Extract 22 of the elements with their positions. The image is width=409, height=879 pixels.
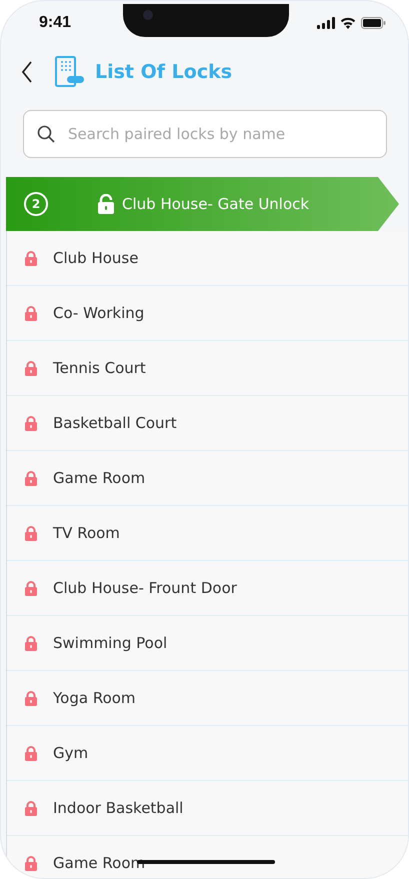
search-icon — [37, 125, 55, 143]
lock-name: Gym — [53, 744, 88, 762]
lock-name: Game Room — [53, 469, 146, 487]
keypad-lock-icon — [55, 56, 85, 88]
lock-name: Swimming Pool — [53, 634, 168, 652]
lock-name: TV Room — [53, 524, 120, 542]
wifi-icon — [340, 17, 356, 29]
signal-icon — [317, 17, 335, 29]
lock-name: Co- Working — [53, 304, 144, 322]
lock-name: Basketball Court — [53, 414, 177, 432]
lock-name: Tennis Court — [53, 359, 146, 377]
lock-name: Yoga Room — [53, 689, 136, 707]
lock-name: Indoor Basketball — [53, 799, 184, 817]
status-time: 9:41 — [39, 14, 72, 32]
lock-name: Club House — [53, 249, 138, 267]
banner-label: Club House- Gate Unlock — [122, 195, 310, 213]
search-field[interactable]: Search paired locks by name — [23, 110, 387, 158]
back-icon[interactable] — [21, 61, 33, 83]
lock-name: Club House- Frount Door — [53, 579, 237, 597]
page-title: List Of Locks — [95, 61, 232, 83]
count-badge: 2 — [24, 192, 48, 216]
battery-icon — [361, 17, 386, 29]
